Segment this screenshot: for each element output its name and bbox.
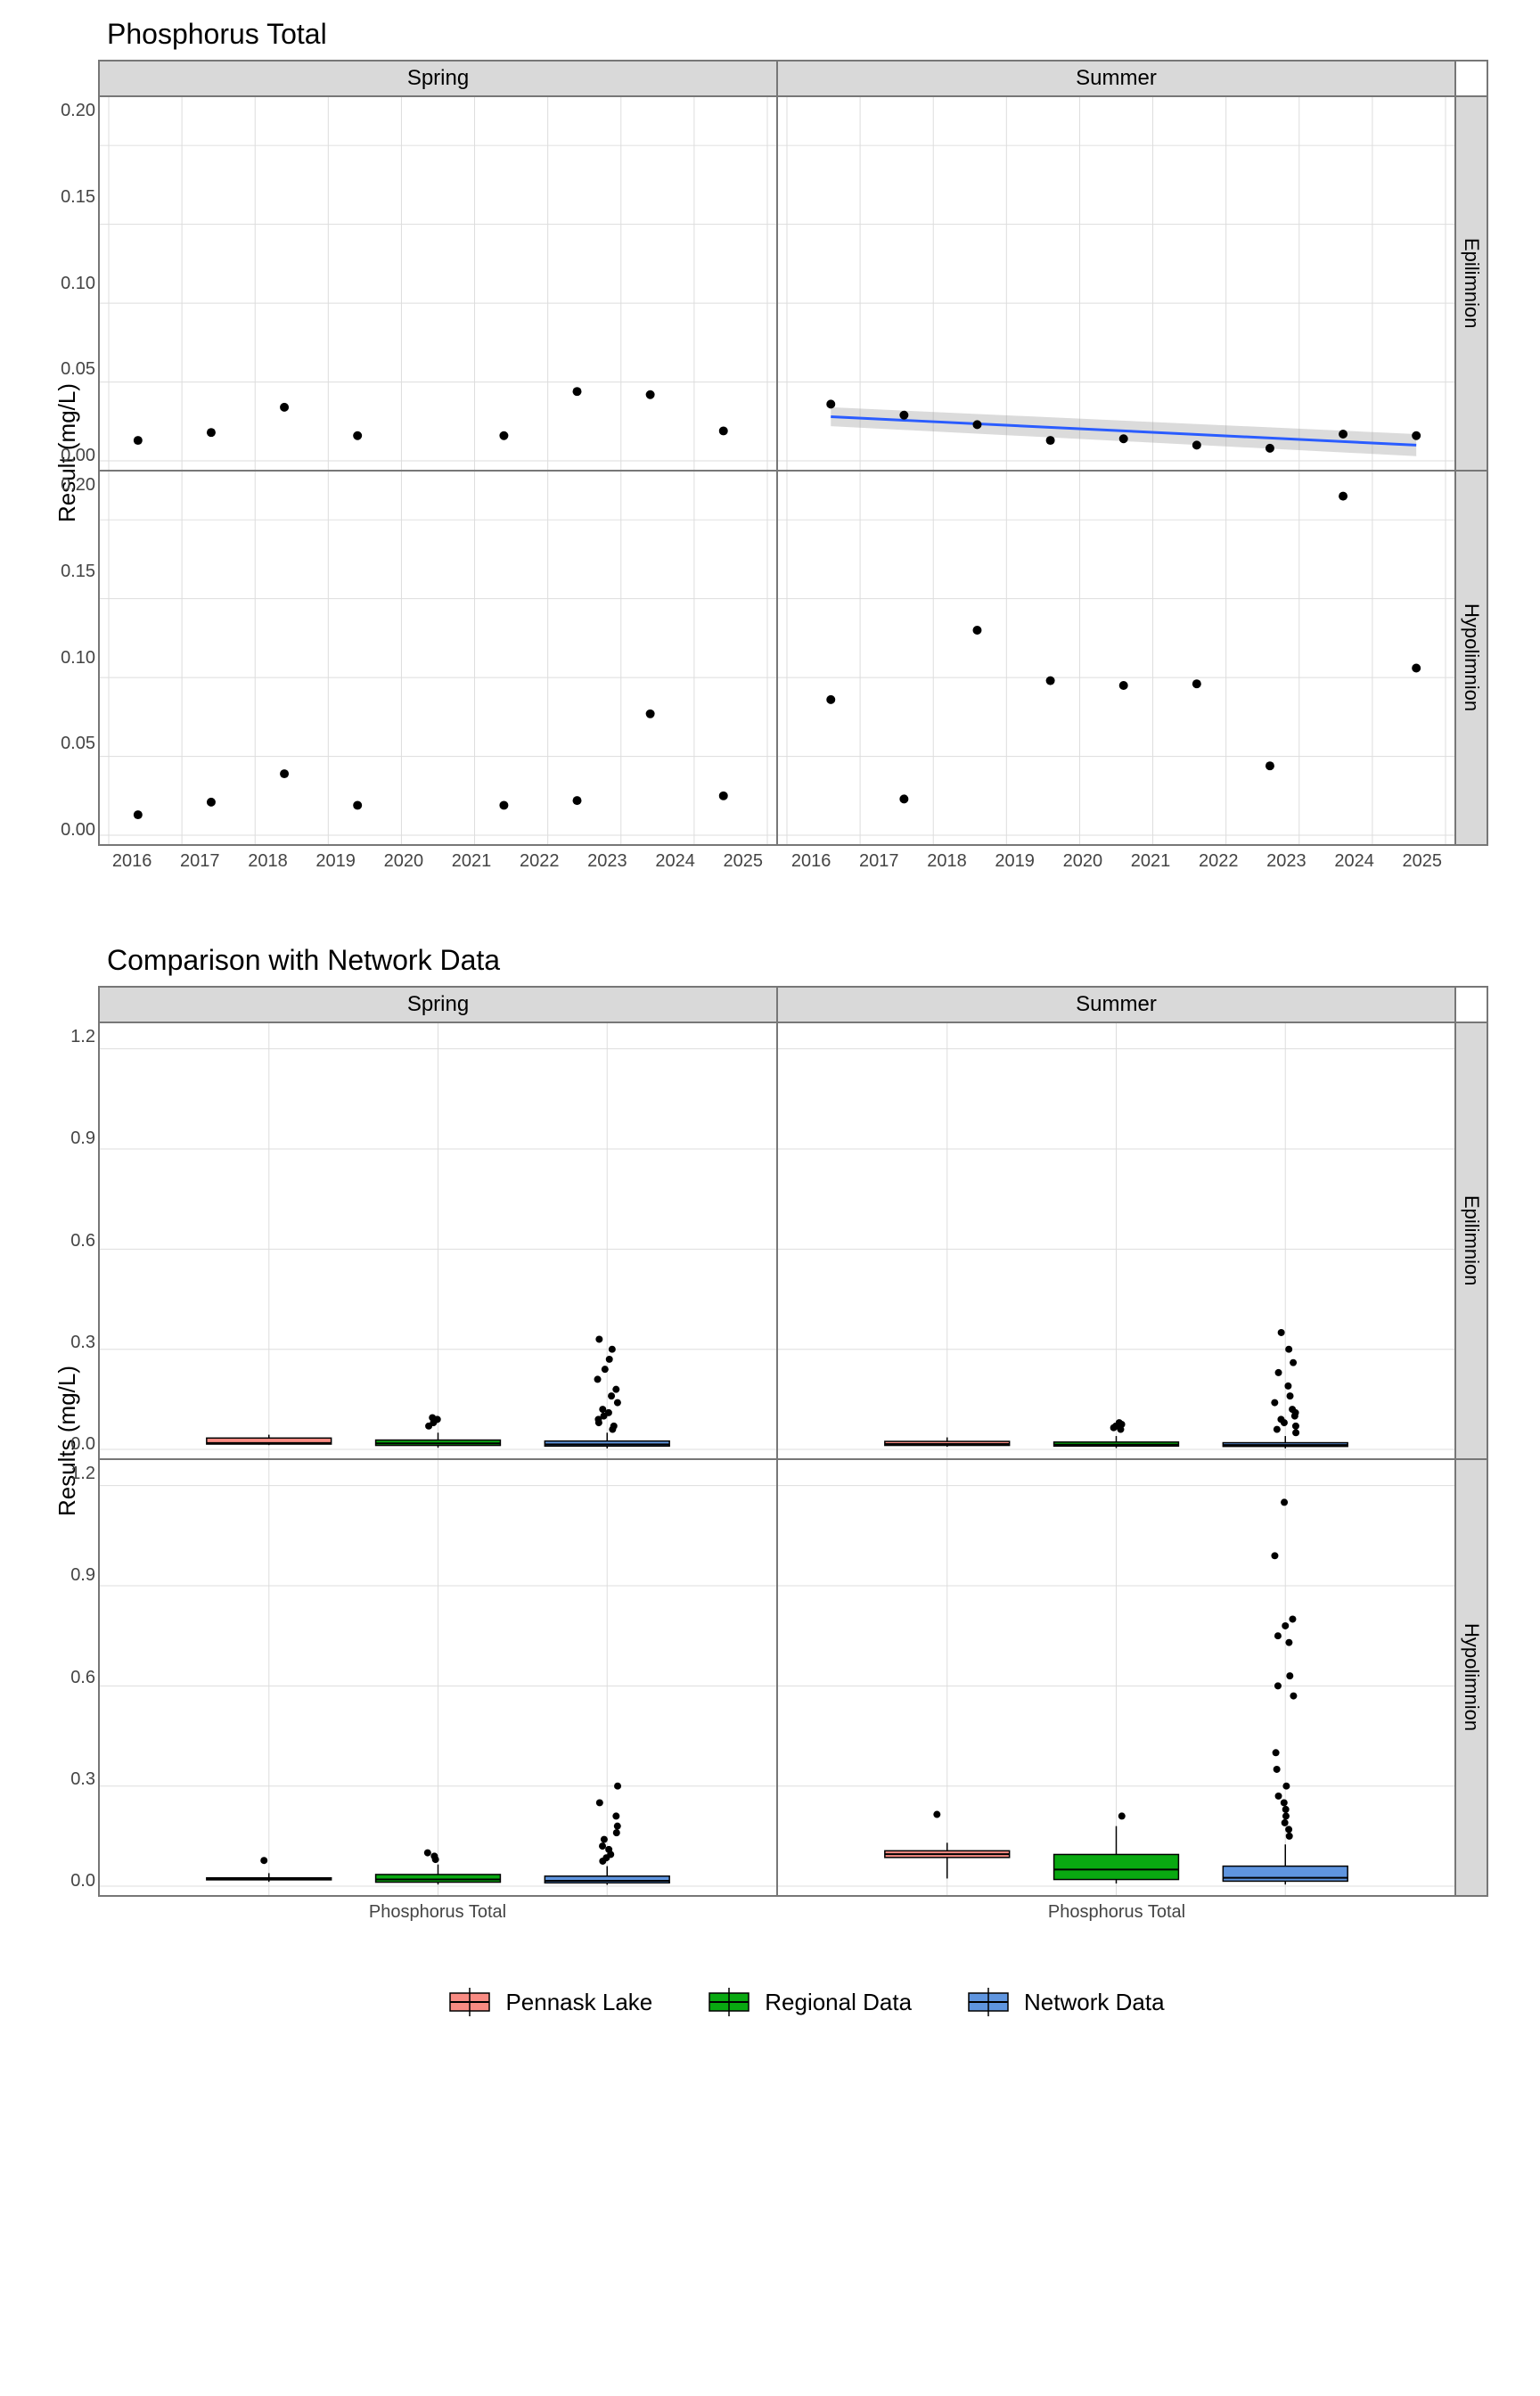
x-axis-spring: 2016201720182019202020212022202320242025	[98, 846, 777, 890]
panel-spring-epi: 1.20.90.60.30.0	[99, 1022, 777, 1459]
legend: Pennask Lake Regional Data Network Data	[36, 1986, 1540, 2018]
x-axis-summer: 2016201720182019202020212022202320242025	[777, 846, 1456, 890]
chart-title: Comparison with Network Data	[107, 944, 1540, 977]
row-header-hypo: Hypolimnion	[1455, 1459, 1487, 1896]
panel-spring-hypo: 0.200.150.100.050.00	[99, 471, 777, 845]
x-axis-label: Phosphorus Total	[98, 1897, 777, 1941]
panel-summer-epi	[777, 1022, 1455, 1459]
facet-grid: Spring Summer 0.200.150.100.050.00 Epili…	[98, 60, 1488, 846]
x-axis-label: Phosphorus Total	[777, 1897, 1456, 1941]
facet-grid: Spring Summer 1.20.90.60.30.0 Epilimnion…	[98, 986, 1488, 1897]
panel-spring-epi: 0.200.150.100.050.00	[99, 96, 777, 471]
comparison-boxplot-chart: Comparison with Network Data Results (mg…	[36, 944, 1540, 1941]
panel-summer-hypo	[777, 1459, 1455, 1896]
legend-label: Network Data	[1024, 1989, 1165, 2016]
row-header-hypo: Hypolimnion	[1455, 471, 1487, 845]
legend-item-network: Network Data	[965, 1986, 1165, 2018]
col-header-summer: Summer	[777, 61, 1455, 96]
row-header-epi: Epilimnion	[1455, 1022, 1487, 1459]
legend-label: Pennask Lake	[505, 1989, 652, 2016]
chart-title: Phosphorus Total	[107, 18, 1540, 51]
phosphorus-timeseries-chart: Phosphorus Total Result (mg/L) Spring Su…	[36, 18, 1540, 890]
legend-item-pennask: Pennask Lake	[446, 1986, 652, 2018]
col-header-spring: Spring	[99, 987, 777, 1022]
panel-summer-hypo	[777, 471, 1455, 845]
col-header-spring: Spring	[99, 61, 777, 96]
panel-spring-hypo: 1.20.90.60.30.0	[99, 1459, 777, 1896]
panel-summer-epi	[777, 96, 1455, 471]
col-header-summer: Summer	[777, 987, 1455, 1022]
legend-label: Regional Data	[765, 1989, 912, 2016]
row-header-epi: Epilimnion	[1455, 96, 1487, 471]
legend-item-regional: Regional Data	[706, 1986, 912, 2018]
